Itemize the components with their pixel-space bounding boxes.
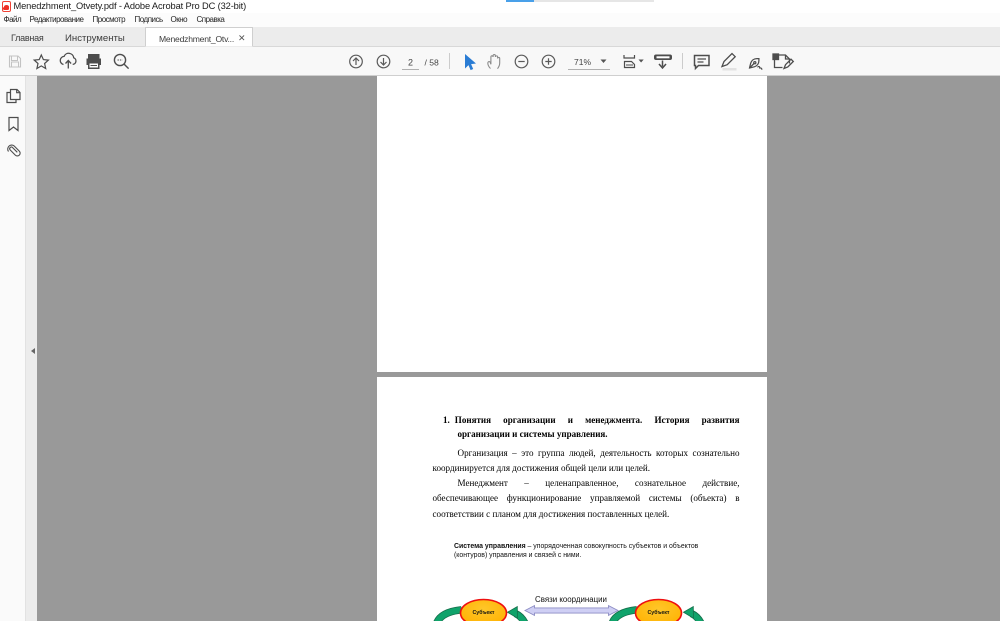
svg-text:71%: 71% bbox=[574, 57, 591, 67]
svg-text:Субъект: Субъект bbox=[472, 609, 494, 616]
svg-text:Субъект: Субъект bbox=[647, 609, 669, 616]
svg-text:/ 58: / 58 bbox=[425, 58, 440, 68]
svg-text:2: 2 bbox=[408, 58, 413, 68]
